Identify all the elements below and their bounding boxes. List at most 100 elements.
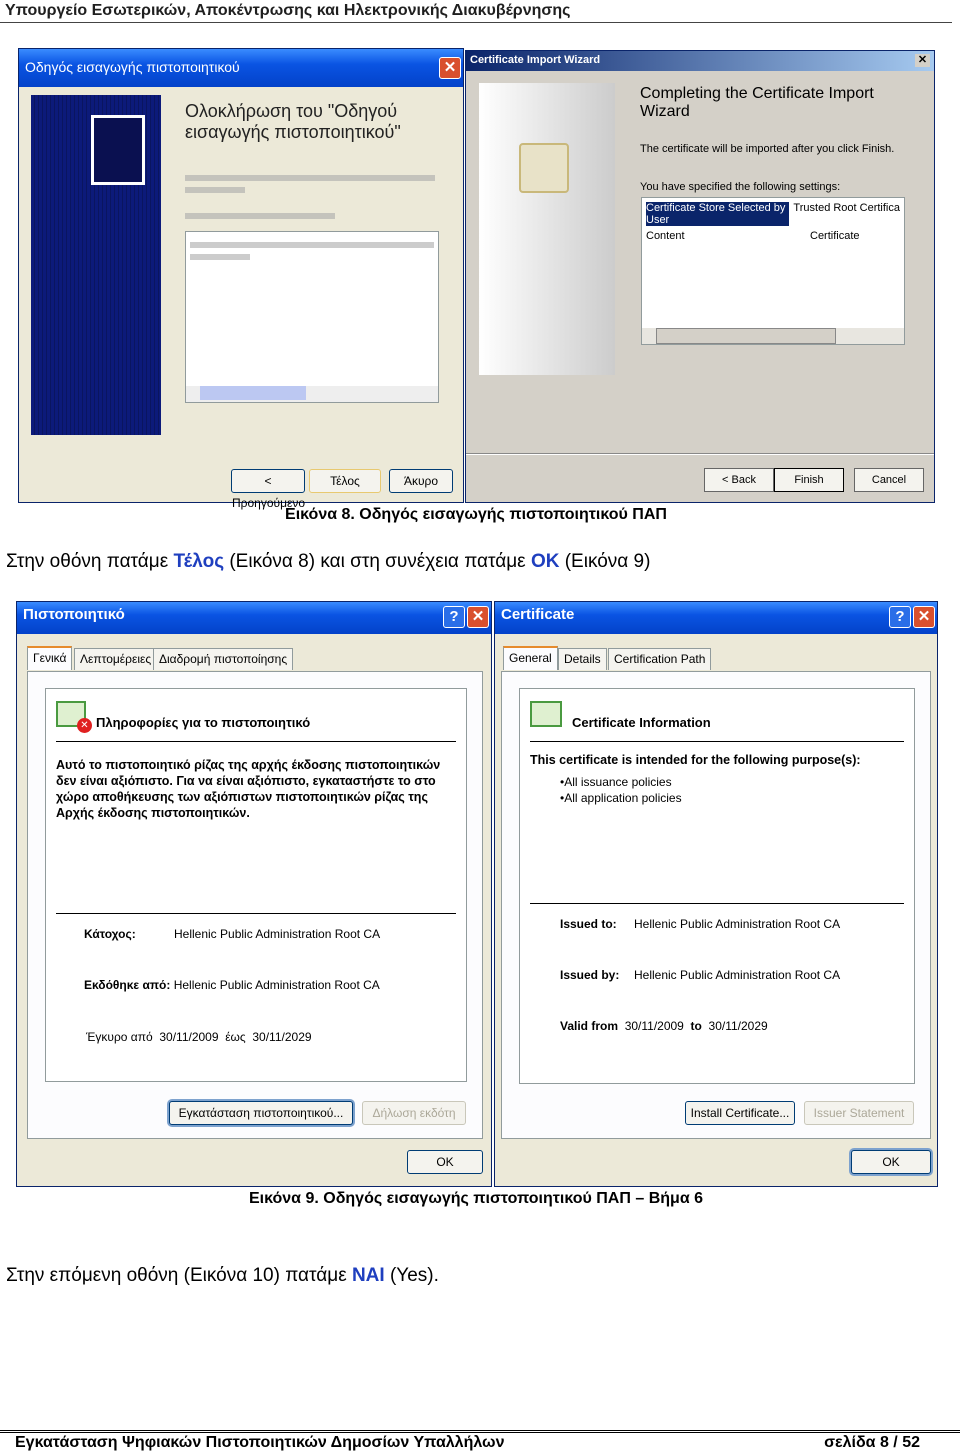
valid-to-label: to bbox=[690, 1019, 702, 1033]
tab-details[interactable]: Details bbox=[558, 648, 607, 670]
setting-value: Trusted Root Certifica bbox=[793, 202, 900, 214]
tab-certification-path[interactable]: Διαδρομή πιστοποίησης bbox=[153, 648, 294, 670]
cancel-button[interactable]: Cancel bbox=[854, 468, 924, 492]
divider bbox=[56, 741, 456, 742]
ok-button[interactable]: OK bbox=[851, 1150, 931, 1174]
tab-bar: General Details Certification Path bbox=[503, 646, 803, 672]
page-header: Υπουργείο Εσωτερικών, Αποκέντρωσης και Η… bbox=[5, 2, 571, 19]
footer-divider bbox=[0, 1430, 960, 1433]
back-button[interactable]: < Back bbox=[704, 468, 774, 492]
back-button[interactable]: < Προηγούμενο bbox=[231, 469, 305, 510]
close-icon[interactable]: ✕ bbox=[439, 57, 461, 79]
horizontal-scrollbar[interactable] bbox=[642, 328, 904, 344]
issued-to-value: Hellenic Public Administration Root CA bbox=[634, 917, 841, 931]
valid-to-value: 30/11/2029 bbox=[708, 1019, 768, 1033]
paragraph-1: Στην οθόνη πατάμε Τέλος (Εικόνα 8) και σ… bbox=[6, 551, 650, 573]
info-box: ✕ Πληροφορίες για το πιστοποιητικό Αυτό … bbox=[45, 688, 467, 1082]
tab-general[interactable]: Γενικά bbox=[27, 646, 73, 670]
title-bar: Πιστοποιητικό ? ✕ bbox=[17, 602, 491, 634]
setting-value: Certificate bbox=[810, 230, 860, 242]
help-icon[interactable]: ? bbox=[443, 606, 465, 628]
settings-row[interactable]: Certificate Store Selected by User Truste… bbox=[642, 198, 904, 228]
tab-panel: ✕ Πληροφορίες για το πιστοποιητικό Αυτό … bbox=[27, 671, 483, 1139]
wizard-heading: Completing the Certificate Import Wizard bbox=[640, 85, 874, 120]
yes-keyword: ΝΑΙ bbox=[351, 1265, 385, 1286]
issued-by-label: Issued by: bbox=[560, 968, 620, 982]
issued-by-value: Hellenic Public Administration Root CA bbox=[634, 968, 841, 982]
text: Στην οθόνη πατάμε bbox=[6, 551, 174, 572]
purpose-label: This certificate is intended for the fol… bbox=[530, 753, 861, 767]
finish-keyword: Τέλος bbox=[173, 551, 225, 572]
horizontal-scrollbar[interactable] bbox=[186, 386, 438, 402]
valid-from-value: 30/11/2009 bbox=[624, 1019, 684, 1033]
divider bbox=[530, 741, 904, 742]
divider bbox=[56, 913, 456, 914]
settings-row[interactable]: Content Certificate bbox=[642, 228, 904, 244]
validity: Έγκυρο από 30/11/2009 έως 30/11/2029 bbox=[86, 1030, 312, 1044]
window-title: Πιστοποιητικό bbox=[23, 606, 125, 623]
title-bar: Certificate ? ✕ bbox=[495, 602, 937, 634]
install-certificate-button[interactable]: Εγκατάσταση πιστοποιητικού... bbox=[169, 1101, 353, 1125]
tab-details[interactable]: Λεπτομέρειες bbox=[74, 648, 158, 670]
tab-general[interactable]: General bbox=[503, 646, 558, 670]
window-title: Certificate bbox=[501, 606, 575, 623]
setting-name: Certificate Store Selected by User bbox=[646, 202, 790, 226]
finish-button[interactable]: Τέλος bbox=[309, 469, 381, 493]
settings-list bbox=[185, 231, 439, 403]
paragraph-2: Στην επόμενη οθόνη (Εικόνα 10) πατάμε ΝΑ… bbox=[6, 1265, 439, 1287]
trust-warning: Αυτό το πιστοποιητικό ρίζας της αρχής έκ… bbox=[56, 758, 441, 820]
wizard-note: The certificate will be imported after y… bbox=[640, 143, 895, 155]
tab-bar: Γενικά Λεπτομέρειες Διαδρομή πιστοποίηση… bbox=[27, 646, 327, 672]
wizard-banner bbox=[479, 83, 615, 375]
settings-label: You have specified the following setting… bbox=[640, 181, 841, 193]
close-icon[interactable]: ✕ bbox=[915, 54, 930, 67]
issued-to-value: Hellenic Public Administration Root CA bbox=[174, 927, 381, 941]
cancel-button[interactable]: Άκυρο bbox=[389, 469, 453, 493]
info-title: Certificate Information bbox=[572, 715, 711, 730]
text: Στην επόμενη οθόνη (Εικόνα 10) πατάμε bbox=[6, 1265, 352, 1286]
certificate-error-icon: ✕ bbox=[56, 701, 92, 733]
purpose-item: •All issuance policies bbox=[560, 775, 672, 789]
title-bar: Οδηγός εισαγωγής πιστοποιητικού ✕ bbox=[19, 49, 463, 87]
issuer-statement-button: Δήλωση εκδότη bbox=[362, 1101, 466, 1125]
certificate-install-icon bbox=[519, 143, 569, 193]
greek-import-wizard: Οδηγός εισαγωγής πιστοποιητικού ✕ Ολοκλή… bbox=[18, 48, 464, 510]
certificate-import-wizard: Certificate Import Wizard ✕ Completing t… bbox=[465, 50, 935, 503]
text: (Yes). bbox=[384, 1265, 439, 1286]
divider bbox=[466, 453, 934, 455]
info-title: Πληροφορίες για το πιστοποιητικό bbox=[96, 715, 311, 730]
setting-name: Content bbox=[646, 230, 685, 242]
issued-by-value: Hellenic Public Administration Root CA bbox=[173, 978, 380, 992]
certificate-icon bbox=[91, 115, 145, 185]
ok-button[interactable]: OK bbox=[407, 1150, 483, 1174]
issued-to-label: Issued to: bbox=[560, 917, 617, 931]
issued-to-label: Κάτοχος: bbox=[84, 927, 136, 941]
text: (Εικόνα 9) bbox=[559, 551, 651, 572]
figure-9-caption: Εικόνα 9. Οδηγός εισαγωγής πιστοποιητικο… bbox=[249, 1190, 703, 1207]
figure-8-caption: Εικόνα 8. Οδηγός εισαγωγής πιστοποιητικο… bbox=[285, 506, 667, 523]
certificate-icon bbox=[530, 701, 562, 727]
page-number: σελίδα 8 / 52 bbox=[824, 1434, 920, 1451]
title-bar: Certificate Import Wizard ✕ bbox=[466, 51, 934, 71]
issued-by-label: Εκδόθηκε από: bbox=[84, 978, 171, 992]
close-icon[interactable]: ✕ bbox=[467, 606, 489, 628]
window-title: Οδηγός εισαγωγής πιστοποιητικού bbox=[25, 59, 240, 75]
help-icon[interactable]: ? bbox=[889, 606, 911, 628]
finish-button[interactable]: Finish bbox=[774, 468, 844, 492]
footer-title: Εγκατάσταση Ψηφιακών Πιστοποιητικών Δημο… bbox=[15, 1434, 505, 1451]
certificate-dialog: Certificate ? ✕ General Details Certific… bbox=[494, 601, 938, 1187]
header-divider bbox=[0, 22, 952, 23]
tab-certification-path[interactable]: Certification Path bbox=[608, 648, 712, 670]
tab-panel: Certificate Information This certificate… bbox=[501, 671, 931, 1139]
blurred-text bbox=[185, 169, 435, 225]
close-icon[interactable]: ✕ bbox=[913, 606, 935, 628]
wizard-banner-image bbox=[31, 95, 161, 435]
greek-certificate-dialog: Πιστοποιητικό ? ✕ Γενικά Λεπτομέρειες Δι… bbox=[16, 601, 492, 1187]
divider bbox=[530, 903, 904, 904]
install-certificate-button[interactable]: Install Certificate... bbox=[685, 1101, 795, 1125]
valid-from-label: Valid from bbox=[560, 1019, 619, 1033]
settings-list: Certificate Store Selected by User Truste… bbox=[641, 197, 905, 345]
issuer-statement-button: Issuer Statement bbox=[804, 1101, 914, 1125]
info-box: Certificate Information This certificate… bbox=[519, 688, 915, 1084]
purpose-item: •All application policies bbox=[560, 791, 682, 805]
